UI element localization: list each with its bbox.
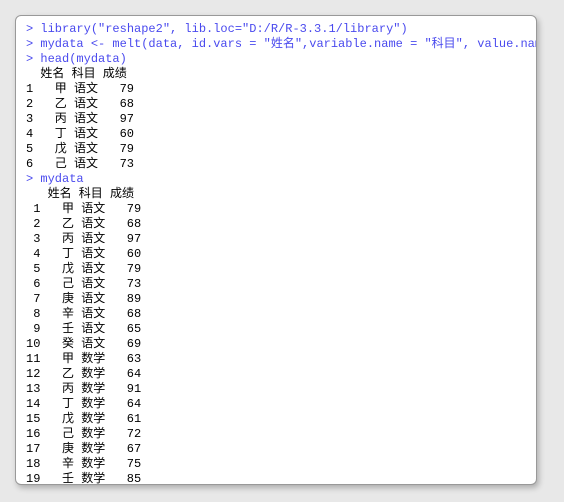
console-content: > library("reshape2", lib.loc="D:/R/R-3.… [26,22,526,485]
r-console-window[interactable]: > library("reshape2", lib.loc="D:/R/R-3.… [15,15,537,485]
